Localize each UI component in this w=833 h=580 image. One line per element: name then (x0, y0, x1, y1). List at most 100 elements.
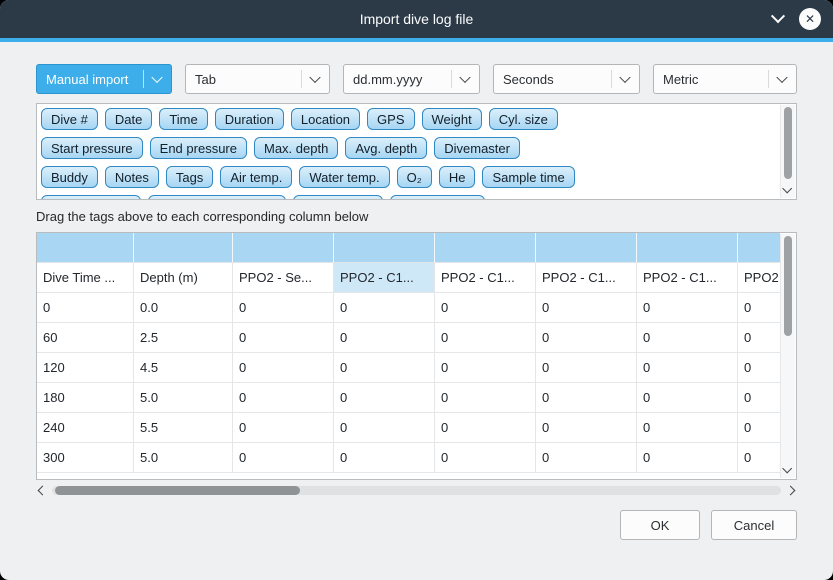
time-format-value: Seconds (503, 72, 554, 87)
table-cell: 0 (536, 323, 637, 353)
tag-end-pressure[interactable]: End pressure (150, 137, 247, 159)
time-format-combo[interactable]: Seconds (493, 64, 640, 94)
column-header[interactable]: PPO2 - C1... (536, 263, 637, 293)
scroll-left-arrow-icon[interactable] (38, 486, 48, 496)
import-type-value: Manual import (46, 72, 128, 87)
tag-location[interactable]: Location (291, 108, 360, 130)
tag-tags[interactable]: Tags (166, 166, 213, 188)
tag-he[interactable]: He (439, 166, 476, 188)
drop-target-cell[interactable] (134, 233, 233, 263)
tag-sample-time[interactable]: Sample time (482, 166, 574, 188)
table-cell: 120 (37, 353, 134, 383)
drop-target-cell[interactable] (37, 233, 134, 263)
tag-duration[interactable]: Duration (215, 108, 284, 130)
column-header[interactable]: PPO2 - C1... (637, 263, 738, 293)
table-row: 3005.0000000 (37, 443, 780, 473)
tag-gps[interactable]: GPS (367, 108, 414, 130)
column-header[interactable]: Dive Time ... (37, 263, 134, 293)
drop-target-cell[interactable] (435, 233, 536, 263)
table-cell: 0 (334, 443, 435, 473)
column-header[interactable]: PPO2 - Se... (233, 263, 334, 293)
table-cell: 0 (738, 383, 780, 413)
tag-cyl-size[interactable]: Cyl. size (489, 108, 558, 130)
table-cell: 0 (334, 293, 435, 323)
drop-target-cell[interactable] (536, 233, 637, 263)
scroll-right-arrow-icon[interactable] (786, 486, 796, 496)
drop-target-cell[interactable] (637, 233, 738, 263)
column-header[interactable]: Depth (m) (134, 263, 233, 293)
tag-notes[interactable]: Notes (105, 166, 159, 188)
column-header[interactable]: PPO2 - C1... (334, 263, 435, 293)
table-cell: 5.0 (134, 383, 233, 413)
table-horizontal-scrollbar[interactable] (36, 483, 797, 498)
tag-sample-depth[interactable]: Sample depth (41, 195, 141, 200)
tag-buddy[interactable]: Buddy (41, 166, 98, 188)
drag-instruction: Drag the tags above to each correspondin… (36, 209, 797, 224)
chevron-down-icon (776, 72, 787, 83)
table-cell: 0 (738, 323, 780, 353)
cancel-button[interactable]: Cancel (711, 510, 797, 540)
drop-target-cell[interactable] (334, 233, 435, 263)
column-header[interactable]: PPO2 - C1... (738, 263, 780, 293)
scrollbar-thumb[interactable] (784, 107, 792, 179)
tag-sample-po[interactable]: Sample pO₂ (293, 195, 383, 200)
dialog-button-row: OK Cancel (36, 510, 797, 540)
ok-button[interactable]: OK (620, 510, 700, 540)
titlebar: Import dive log file ✕ (0, 0, 833, 38)
scrollbar-thumb[interactable] (55, 486, 300, 495)
table-cell: 0 (37, 293, 134, 323)
table-cell: 0 (435, 353, 536, 383)
tag-sample-cns[interactable]: Sample CNS (390, 195, 485, 200)
table-cell: 0 (233, 353, 334, 383)
table-cell: 4.5 (134, 353, 233, 383)
drop-target-cell[interactable] (233, 233, 334, 263)
tag-row: Buddy Notes Tags Air temp. Water temp. O₂ He Sa… (41, 166, 774, 188)
combo-separator (768, 70, 769, 88)
field-separator-value: Tab (195, 72, 216, 87)
table-cell: 0 (637, 383, 738, 413)
table-cell: 0 (233, 413, 334, 443)
tag-list: Dive # Date Time Duration Location GPS Weight C… (41, 108, 774, 200)
table-cell: 0 (536, 383, 637, 413)
tag-water-temp[interactable]: Water temp. (299, 166, 389, 188)
tag-panel-vertical-scrollbar[interactable] (780, 105, 795, 198)
table-cell: 0 (536, 443, 637, 473)
tag-weight[interactable]: Weight (422, 108, 482, 130)
chevron-down-icon (459, 72, 470, 83)
field-separator-combo[interactable]: Tab (185, 64, 330, 94)
table-vertical-scrollbar[interactable] (780, 234, 795, 478)
table-cell: 2.5 (134, 323, 233, 353)
tag-sample-temperature[interactable]: Sample temperature (148, 195, 286, 200)
scroll-down-arrow-icon[interactable] (782, 184, 792, 194)
date-format-combo[interactable]: dd.mm.yyyy (343, 64, 480, 94)
tag-air-temp[interactable]: Air temp. (220, 166, 292, 188)
scroll-down-arrow-icon[interactable] (782, 464, 792, 474)
column-header[interactable]: PPO2 - C1... (435, 263, 536, 293)
tag-dive[interactable]: Dive # (41, 108, 98, 130)
tag-avg-depth[interactable]: Avg. depth (345, 137, 427, 159)
tag-start-pressure[interactable]: Start pressure (41, 137, 143, 159)
scrollbar-thumb[interactable] (784, 236, 792, 336)
table-cell: 0 (233, 383, 334, 413)
tag-o[interactable]: O₂ (397, 166, 432, 188)
tag-date[interactable]: Date (105, 108, 152, 130)
combo-separator (301, 70, 302, 88)
combo-separator (611, 70, 612, 88)
close-button[interactable]: ✕ (799, 8, 821, 30)
table-row: 1204.5000000 (37, 353, 780, 383)
tag-max-depth[interactable]: Max. depth (254, 137, 338, 159)
drop-target-cell[interactable] (738, 233, 780, 263)
tag-row: Start pressure End pressure Max. depth Avg.… (41, 137, 774, 159)
import-type-combo[interactable]: Manual import (36, 64, 172, 94)
table-cell: 240 (37, 413, 134, 443)
units-combo[interactable]: Metric (653, 64, 797, 94)
tag-divemaster[interactable]: Divemaster (434, 137, 520, 159)
chevron-down-icon[interactable] (771, 9, 785, 23)
table-cell: 0 (334, 383, 435, 413)
chevron-down-icon (151, 72, 162, 83)
tag-time[interactable]: Time (159, 108, 207, 130)
table-cell: 0 (738, 413, 780, 443)
table-cell: 0 (334, 323, 435, 353)
table-row: 2405.5000000 (37, 413, 780, 443)
table-cell: 0 (334, 413, 435, 443)
